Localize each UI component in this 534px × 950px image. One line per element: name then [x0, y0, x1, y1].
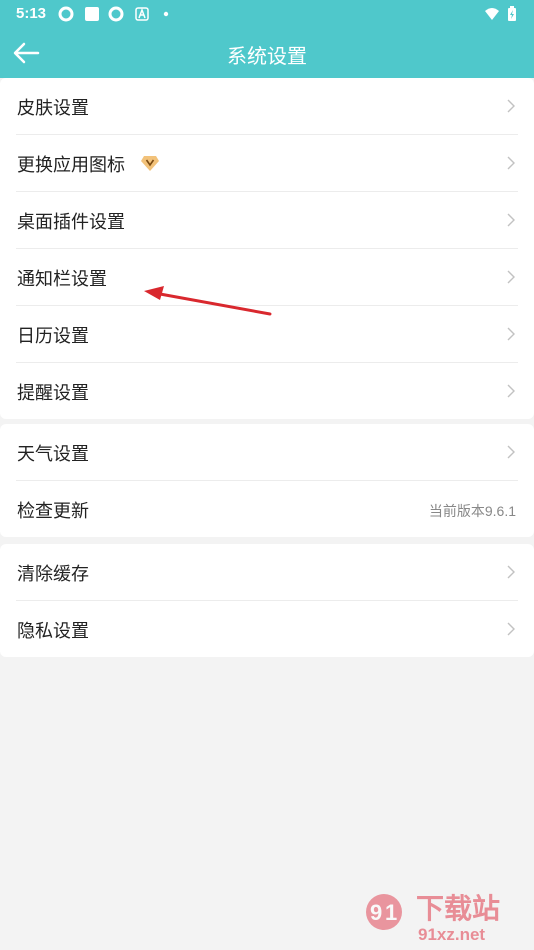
current-version-text: 当前版本9.6.1 — [428, 503, 516, 519]
desktop-widget-settings-item[interactable]: 桌面插件设置 — [16, 192, 518, 249]
weather-settings-item[interactable]: 天气设置 — [16, 424, 518, 481]
vip-diamond-icon — [141, 156, 159, 171]
item-label: 通知栏设置 — [17, 269, 107, 289]
item-label: 检查更新 — [17, 501, 89, 521]
item-label: 天气设置 — [17, 444, 89, 464]
chevron-right-icon — [507, 384, 515, 398]
chevron-right-icon — [507, 327, 515, 341]
clear-cache-item[interactable]: 清除缓存 — [16, 544, 518, 601]
battery-icon — [508, 6, 516, 21]
change-app-icon-item[interactable]: 更换应用图标 — [16, 135, 518, 192]
app-notification-icon — [108, 6, 124, 22]
item-label: 日历设置 — [17, 326, 89, 346]
chevron-right-icon — [507, 622, 515, 636]
chevron-right-icon — [507, 213, 515, 227]
watermark-logo-icon: 9 1 下载站 91xz.net — [366, 892, 500, 944]
chevron-right-icon — [507, 445, 515, 459]
page-title: 系统设置 — [227, 46, 307, 68]
app-notification-icon — [58, 6, 74, 22]
svg-text:9: 9 — [370, 900, 382, 925]
reminder-settings-item[interactable]: 提醒设置 — [16, 363, 518, 419]
a-notification-icon — [135, 7, 149, 21]
chevron-right-icon — [507, 565, 515, 579]
chevron-right-icon — [507, 270, 515, 284]
check-update-item[interactable]: 检查更新 当前版本9.6.1 — [16, 481, 518, 537]
chevron-right-icon — [507, 156, 515, 170]
square-notification-icon — [85, 7, 99, 21]
chevron-right-icon — [507, 99, 515, 113]
skin-settings-item[interactable]: 皮肤设置 — [16, 78, 518, 135]
status-time: 5:13 — [16, 5, 47, 22]
wifi-icon — [485, 8, 499, 20]
watermark-domain: 91xz.net — [418, 925, 485, 944]
dot-icon — [163, 11, 169, 17]
app-bar: 系统设置 — [0, 28, 534, 78]
watermark-brand: 下载站 — [416, 892, 500, 925]
settings-group-general: 皮肤设置 更换应用图标 桌面插件设置 通知栏设置 日历设置 提醒设置 — [0, 78, 534, 419]
item-label: 清除缓存 — [17, 564, 89, 584]
settings-group-weather-update: 天气设置 检查更新 当前版本9.6.1 — [0, 424, 534, 537]
privacy-settings-item[interactable]: 隐私设置 — [16, 601, 518, 657]
item-label: 桌面插件设置 — [17, 212, 125, 232]
svg-text:1: 1 — [385, 900, 397, 925]
annotation-arrow-icon — [144, 286, 272, 316]
settings-group-privacy: 清除缓存 隐私设置 — [0, 544, 534, 657]
item-label: 隐私设置 — [17, 621, 89, 641]
item-label: 更换应用图标 — [17, 155, 125, 175]
item-label: 皮肤设置 — [17, 98, 89, 118]
item-label: 提醒设置 — [17, 383, 89, 403]
status-bar: 5:13 — [0, 0, 534, 28]
